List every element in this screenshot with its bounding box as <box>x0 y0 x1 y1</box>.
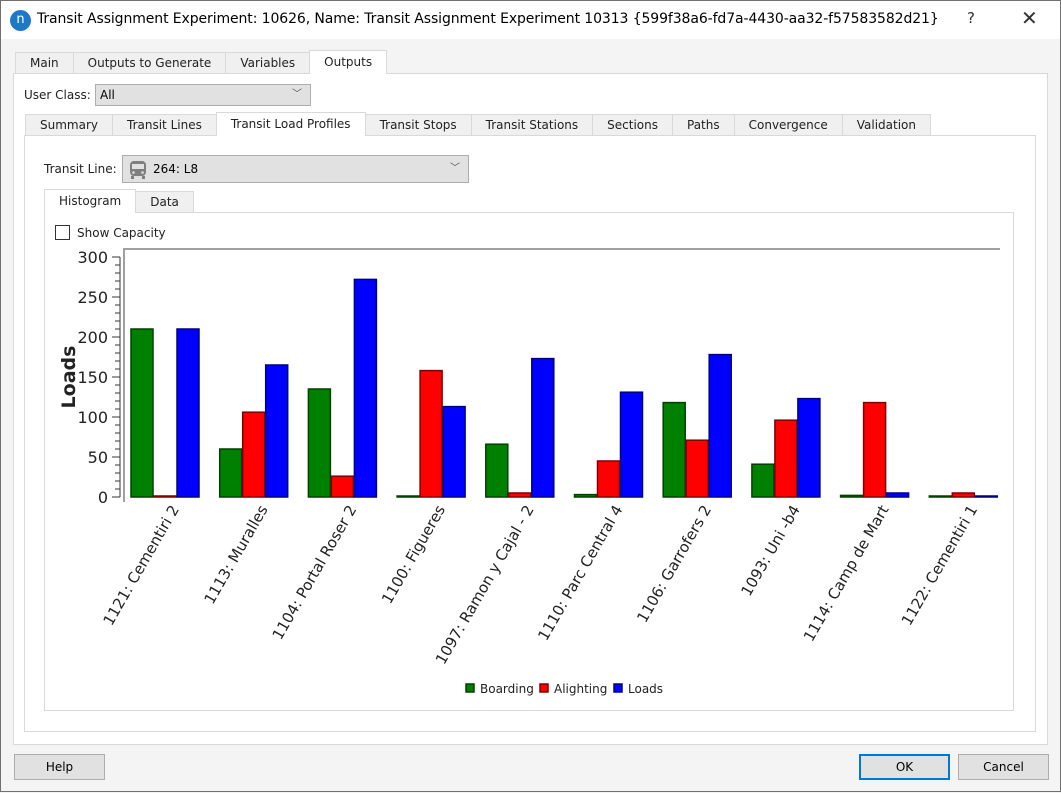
tab-sections[interactable]: Sections <box>592 114 673 136</box>
tab-validation[interactable]: Validation <box>841 114 932 136</box>
histogram-panel <box>44 212 1014 711</box>
tab-main[interactable]: Main <box>15 52 74 74</box>
user-class-label: User Class: <box>24 88 91 102</box>
window-title: Transit Assignment Experiment: 10626, Na… <box>37 11 939 27</box>
bus-icon <box>128 160 148 189</box>
output-tab-bar: Summary Transit Lines Transit Load Profi… <box>25 112 932 136</box>
tab-outputs-to-generate[interactable]: Outputs to Generate <box>72 52 227 74</box>
tab-data[interactable]: Data <box>135 191 194 213</box>
show-capacity-label: Show Capacity <box>77 226 166 240</box>
tab-transit-lines[interactable]: Transit Lines <box>112 114 217 136</box>
app-logo-icon: n <box>10 10 31 31</box>
chevron-down-icon: ﹀ <box>292 89 302 100</box>
help-icon[interactable]: ? <box>967 9 975 27</box>
tab-summary[interactable]: Summary <box>25 114 113 136</box>
show-capacity-checkbox[interactable] <box>55 225 70 240</box>
transit-line-select[interactable]: 264: L8 ﹀ <box>122 155 469 183</box>
tab-convergence[interactable]: Convergence <box>733 114 843 136</box>
tab-histogram[interactable]: Histogram <box>44 189 137 213</box>
transit-line-value: 264: L8 <box>153 162 199 176</box>
cancel-button[interactable]: Cancel <box>958 754 1049 780</box>
tab-variables[interactable]: Variables <box>225 52 311 74</box>
user-class-select[interactable]: All ﹀ <box>95 84 311 106</box>
title-bar: n Transit Assignment Experiment: 10626, … <box>1 1 1060 39</box>
user-class-value: All <box>100 88 115 102</box>
main-tab-bar: Main Outputs to Generate Variables Outpu… <box>15 50 388 74</box>
view-tab-bar: Histogram Data <box>44 189 194 213</box>
close-icon[interactable]: ✕ <box>1021 6 1038 30</box>
transit-line-label: Transit Line: <box>44 162 117 176</box>
tab-paths[interactable]: Paths <box>672 114 735 136</box>
help-button[interactable]: Help <box>14 754 105 780</box>
tab-transit-stations[interactable]: Transit Stations <box>470 114 594 136</box>
ok-button[interactable]: OK <box>859 754 950 780</box>
tab-transit-stops[interactable]: Transit Stops <box>364 114 472 136</box>
dialog-window: n Transit Assignment Experiment: 10626, … <box>0 0 1061 792</box>
chevron-down-icon: ﹀ <box>450 163 460 174</box>
tab-transit-load-profiles[interactable]: Transit Load Profiles <box>215 112 366 136</box>
tab-outputs[interactable]: Outputs <box>309 50 388 74</box>
